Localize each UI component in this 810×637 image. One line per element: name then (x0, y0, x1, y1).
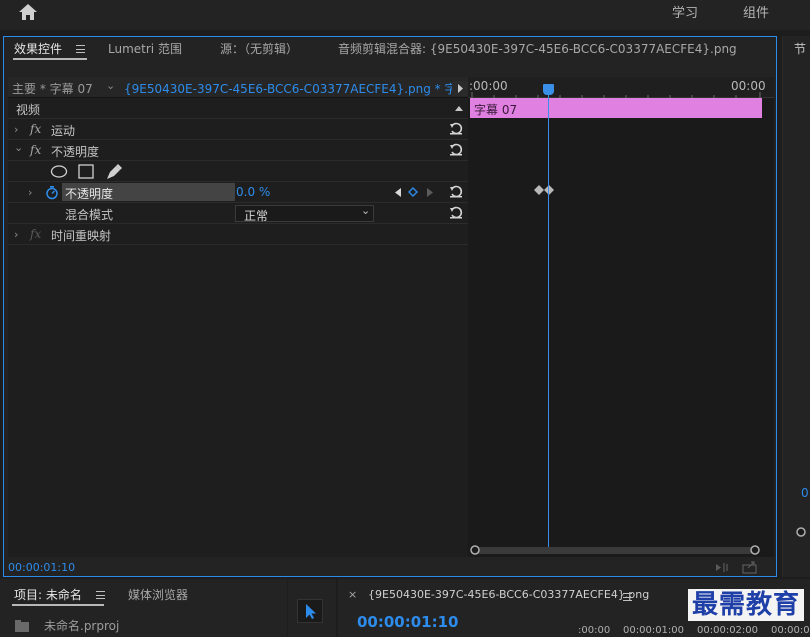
effect-row-time-remapping[interactable]: › fx 时间重映射 (8, 224, 468, 245)
project-panel: 项目: 未命名 媒体浏览器 未命名.prproj (0, 579, 287, 637)
project-file-name[interactable]: 未命名.prproj (44, 617, 119, 634)
blend-mode-row: 混合模式 正常 ⌄ (8, 203, 468, 224)
reset-icon[interactable] (449, 185, 463, 198)
home-icon[interactable] (18, 3, 38, 21)
chevron-down-icon: ⌄ (361, 204, 371, 217)
ruler-start-label: :00:00 (469, 79, 508, 93)
playhead-handle[interactable] (543, 84, 554, 95)
tab-source[interactable]: 源：（无剪辑） (220, 40, 298, 57)
source-selector-row: 主要 * 字幕 07 ⌄ {9E50430E-397C-45E6-BCC6-C0… (8, 77, 488, 98)
motion-label: 运动 (51, 124, 76, 138)
stopwatch-icon[interactable] (45, 185, 59, 200)
play-only-audio-icon[interactable] (714, 561, 730, 574)
tools-panel (288, 579, 336, 637)
panel-menu-icon[interactable] (96, 591, 105, 599)
play-icon (458, 84, 463, 93)
fx-icon: fx (30, 227, 42, 241)
reset-icon[interactable] (449, 122, 463, 135)
project-file-icon (15, 620, 29, 632)
adjacent-panel-value: 0 (801, 486, 809, 500)
video-section-label: 视频 (16, 103, 41, 117)
export-icon[interactable] (742, 560, 758, 574)
playhead-timecode[interactable]: 00:00:01:10 (357, 613, 459, 631)
chevron-right-icon[interactable]: › (14, 123, 18, 136)
sequence-tab-title[interactable]: {9E50430E-397C-45E6-BCC6-C03377AECFE4}.p… (368, 588, 649, 601)
ruler-label-1: 00:00:01:00 (623, 625, 685, 636)
active-tab-underline (12, 604, 104, 606)
panel-menu-icon[interactable] (76, 45, 85, 53)
tab-audio-clip-mixer[interactable]: 音频剪辑混合器: {9E50430E-397C-45E6-BCC6-C03377… (338, 40, 737, 57)
effect-row-motion[interactable]: › fx 运动 (8, 119, 468, 140)
video-section-header: 视频 (8, 98, 468, 119)
reset-icon[interactable] (449, 143, 463, 156)
master-clip-label[interactable]: 主要 * 字幕 07 (12, 80, 93, 97)
chevron-right-icon[interactable]: › (28, 186, 32, 199)
workspace-learn-tab[interactable]: 学习 (672, 2, 698, 21)
ellipse-mask-icon[interactable] (50, 165, 68, 178)
scroll-handle-left[interactable] (470, 545, 482, 557)
chevron-right-icon[interactable]: › (14, 228, 18, 241)
adjacent-panel-strip: 节 0 (782, 36, 810, 577)
ruler-label-2: 00:00:02:00 (697, 625, 759, 636)
program-monitor-panel: × {9E50430E-397C-45E6-BCC6-C03377AECFE4}… (338, 579, 810, 637)
panel-menu-icon[interactable] (623, 593, 632, 601)
keyframe-timeline-pane: :00:00 00:00 字幕 07 (468, 77, 774, 557)
opacity-effect-label: 不透明度 (51, 145, 100, 159)
fx-icon[interactable]: fx (30, 143, 41, 157)
time-ruler[interactable]: :00:00 00:00 (468, 77, 774, 98)
scroll-handle-right[interactable] (750, 545, 762, 557)
sequence-clip-label[interactable]: {9E50430E-397C-45E6-BCC6-C03377AECFE4}.p… (124, 80, 488, 97)
tab-lumetri-scopes[interactable]: Lumetri 范围 (108, 40, 182, 57)
opacity-value[interactable]: 0.0 % (236, 185, 270, 199)
collapse-up-icon[interactable] (454, 104, 464, 112)
current-time[interactable]: 00:00:01:10 (8, 561, 75, 574)
next-keyframe-icon[interactable] (426, 188, 434, 197)
workspace-bar: 学习 组件 (0, 0, 810, 30)
chevron-down-icon[interactable]: ⌄ (106, 79, 115, 92)
blend-mode-value: 正常 (244, 209, 269, 223)
blend-mode-label: 混合模式 (65, 208, 114, 222)
pen-mask-icon[interactable] (104, 163, 122, 180)
selection-tool-button[interactable] (297, 599, 323, 623)
mask-tools-row (8, 161, 468, 182)
close-tab-icon[interactable]: × (348, 588, 357, 601)
effect-properties-pane: 主要 * 字幕 07 ⌄ {9E50430E-397C-45E6-BCC6-C0… (8, 77, 488, 557)
play-only-clip-audio-button[interactable] (452, 81, 468, 96)
selection-arrow-icon (306, 604, 316, 619)
rectangle-mask-icon[interactable] (78, 164, 94, 179)
fx-icon[interactable]: fx (30, 122, 41, 136)
opacity-param-label: 不透明度 (65, 187, 114, 201)
clip-name: 字幕 07 (474, 103, 518, 117)
blend-mode-dropdown[interactable]: 正常 ⌄ (235, 204, 374, 223)
active-tab-underline (13, 58, 87, 60)
chevron-down-icon[interactable]: ⌄ (14, 141, 23, 154)
scroll-handle-icon[interactable] (795, 526, 807, 538)
panel-footer: 00:00:01:10 (8, 557, 774, 577)
tab-effect-controls[interactable]: 效果控件 (14, 40, 62, 57)
ruler-label-3: 00:00:0 (771, 625, 810, 636)
effect-controls-panel: 效果控件 Lumetri 范围 源：（无剪辑） 音频剪辑混合器: {9E5043… (3, 36, 777, 577)
tab-project[interactable]: 项目: 未命名 (14, 586, 82, 603)
zoom-scrollbar[interactable] (470, 544, 760, 557)
watermark-logo: 最需教育 (687, 589, 804, 621)
ruler-label-0: :00:00 (578, 625, 611, 636)
keyframe-markers[interactable] (534, 184, 556, 196)
playhead-line (548, 85, 549, 551)
adjacent-panel-tab[interactable]: 节 (794, 40, 806, 57)
ruler-end-label: 00:00 (731, 79, 766, 93)
add-keyframe-icon[interactable] (408, 187, 418, 197)
clip-bar[interactable]: 字幕 07 (470, 98, 762, 118)
opacity-param-row[interactable]: › 不透明度 0.0 % (8, 182, 468, 203)
workspace-components-tab[interactable]: 组件 (743, 2, 769, 21)
reset-icon[interactable] (449, 206, 463, 219)
effect-row-opacity[interactable]: ⌄ fx 不透明度 (8, 140, 468, 161)
previous-keyframe-icon[interactable] (394, 188, 402, 197)
time-remapping-label: 时间重映射 (51, 229, 112, 243)
tab-media-browser[interactable]: 媒体浏览器 (128, 586, 188, 603)
